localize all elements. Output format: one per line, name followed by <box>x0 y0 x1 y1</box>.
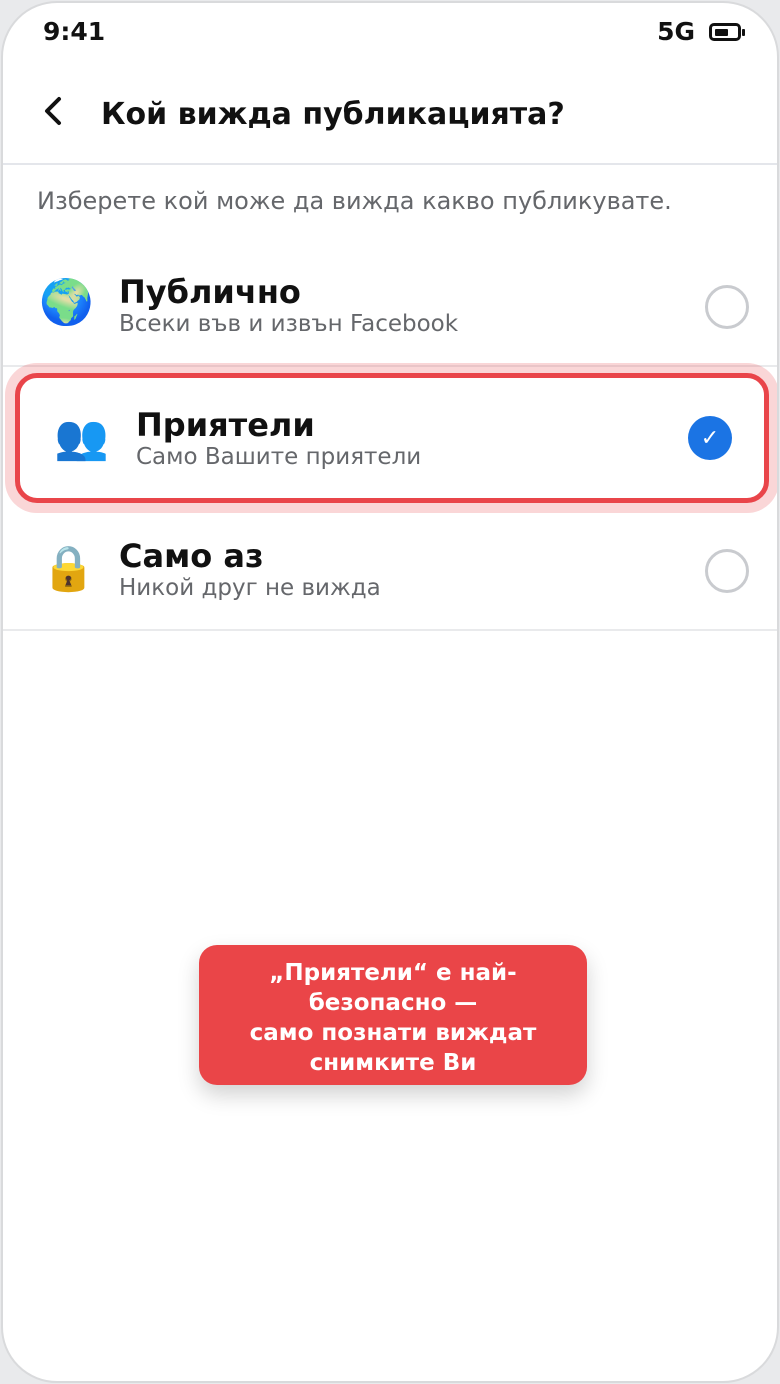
hint-tooltip: „Приятели“ е най- безопасно — само позна… <box>199 945 587 1085</box>
option-subtitle: Всеки във и извън Facebook <box>119 311 459 337</box>
option-title: Само аз <box>119 537 264 575</box>
header: Кой вижда публикацията? <box>3 65 777 165</box>
lock-icon: 🔒 <box>41 543 96 594</box>
status-bar: 9:41 5G <box>3 3 777 65</box>
radio-button-checked[interactable]: ✓ <box>688 416 732 460</box>
chevron-left-icon <box>45 97 61 125</box>
tooltip-line: „Приятели“ е най- <box>269 960 517 986</box>
globe-icon: 🌍 <box>39 277 94 328</box>
option-title: Приятели <box>136 406 315 444</box>
option-title: Публично <box>119 273 301 311</box>
battery-icon <box>709 22 745 41</box>
phone-frame: 9:41 5G Кой вижда публикацията? Изберете… <box>1 1 779 1383</box>
status-time: 9:41 <box>43 17 106 46</box>
radio-button[interactable] <box>705 549 749 593</box>
tooltip-line: снимките Ви <box>309 1050 477 1076</box>
back-button[interactable] <box>29 83 81 139</box>
page-title: Кой вижда публикацията? <box>101 97 565 132</box>
tooltip-line: безопасно — <box>308 990 478 1016</box>
option-subtitle: Само Вашите приятели <box>136 444 422 470</box>
audience-option-only-me[interactable]: 🔒 Само аз Никой друг не вижда <box>3 501 777 631</box>
status-indicators: 5G <box>657 17 745 46</box>
friends-icon: 👥 <box>54 412 109 463</box>
intro-text: Изберете кой може да вижда какво публику… <box>37 187 672 215</box>
option-subtitle: Никой друг не вижда <box>119 575 381 601</box>
network-indicator: 5G <box>657 17 695 46</box>
tooltip-line: само познати виждат <box>249 1020 537 1046</box>
audience-option-friends[interactable]: 👥 Приятели Само Вашите приятели ✓ <box>15 373 769 503</box>
radio-button[interactable] <box>705 285 749 329</box>
audience-option-public[interactable]: 🌍 Публично Всеки във и извън Facebook <box>3 237 777 367</box>
